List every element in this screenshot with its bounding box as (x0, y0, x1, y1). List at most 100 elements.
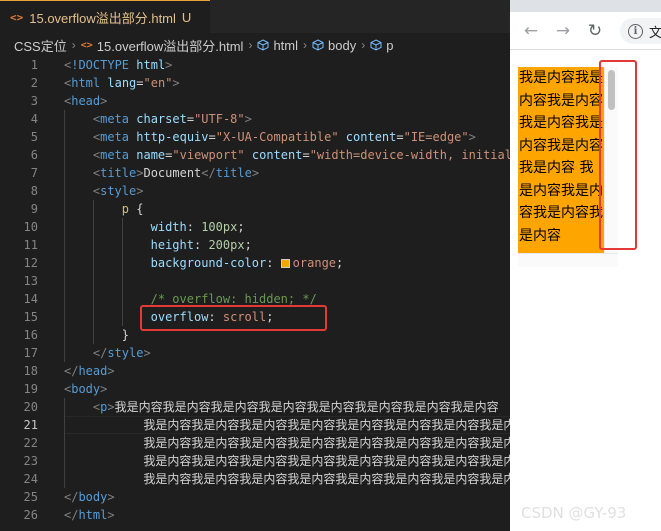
code-line[interactable]: 20 <p>我是内容我是内容我是内容我是内容我是内容我是内容我是内容我是内容 (0, 398, 510, 416)
code-token: = (208, 130, 216, 144)
code-line[interactable]: 11 height: 200px; (0, 236, 510, 254)
code-line[interactable]: 17 </style> (0, 344, 510, 362)
code-area[interactable]: 1 <!DOCTYPE html> 2 <html lang="en"> 3 <head>… (0, 56, 510, 524)
code-token: meta (100, 148, 130, 162)
breadcrumb-file[interactable]: 15.overflow溢出部分.html (97, 36, 244, 55)
color-swatch[interactable] (280, 259, 290, 268)
indent-guide (64, 164, 65, 182)
code-line[interactable]: 22 我是内容我是内容我是内容我是内容我是内容我是内容我是内容我是内容 (0, 434, 510, 452)
code-text: width: 100px; (151, 218, 245, 236)
indent-guide (92, 290, 94, 308)
code-line[interactable]: 13 (0, 272, 510, 290)
indent-guide (64, 218, 65, 236)
code-line[interactable]: 7 <title>Document</title> (0, 164, 510, 182)
code-text: <title>Document</title> (93, 164, 259, 182)
indent-guide (64, 146, 65, 164)
code-text: <meta name="viewport" content="width=dev… (93, 146, 510, 164)
code-line[interactable]: 4 <meta charset="UTF-8"> (0, 110, 510, 128)
code-token: style (100, 184, 137, 198)
code-token: height (150, 238, 194, 252)
indent-guide (64, 200, 65, 218)
code-line[interactable]: 19 <body> (0, 380, 510, 398)
breadcrumb: CSS定位 › <> 15.overflow溢出部分.html › html ›… (0, 33, 510, 57)
code-line[interactable]: 10 width: 100px; (0, 218, 510, 236)
code-token: "width=device-width, initial (309, 148, 510, 162)
code-line[interactable]: 3 <head> (0, 92, 510, 110)
code-token: "UTF-8" (194, 112, 245, 126)
info-icon[interactable]: i (628, 23, 643, 39)
breadcrumb-p[interactable]: p (386, 38, 393, 53)
element-cube-icon (257, 39, 269, 51)
code-token: : (186, 220, 202, 234)
code-token: > (107, 364, 115, 378)
address-bar[interactable]: i 文 (620, 18, 661, 44)
code-line[interactable]: 1 <!DOCTYPE html> (0, 56, 510, 74)
code-text: <meta charset="UTF-8"> (93, 110, 252, 128)
indent-guide (121, 308, 123, 326)
code-token: > (100, 382, 108, 396)
code-token: 我是内容我是内容我是内容我是内容我是内容我是内容我是内容我是内容 (143, 454, 510, 468)
code-line[interactable]: 25 </body> (0, 488, 510, 506)
code-token: 100px (201, 220, 238, 234)
forward-arrow-icon[interactable]: → (552, 20, 574, 42)
code-token: </ (64, 508, 79, 522)
breadcrumb-html[interactable]: html (273, 38, 298, 53)
code-token: name (136, 148, 166, 162)
line-number: 9 (30, 202, 38, 216)
code-token: html (71, 76, 101, 90)
indent-guide (64, 236, 65, 254)
breadcrumb-folder[interactable]: CSS定位 (14, 36, 67, 55)
line-number: 16 (23, 328, 38, 342)
indent-guide (64, 326, 65, 344)
code-text: height: 200px; (151, 236, 252, 254)
code-line[interactable]: 21 我是内容我是内容我是内容我是内容我是内容我是内容我是内容我是内容 (0, 416, 510, 434)
code-text: <p>我是内容我是内容我是内容我是内容我是内容我是内容我是内容我是内容 (93, 398, 499, 416)
code-token: /* overflow: hidden; */ (150, 292, 317, 306)
line-number: 23 (23, 454, 38, 468)
code-line[interactable]: 18 </head> (0, 362, 510, 380)
code-token: ; (336, 256, 344, 270)
code-token: ; (244, 238, 252, 252)
editor-tab[interactable]: <> 15.overflow溢出部分.html U (0, 0, 210, 33)
code-line[interactable]: 8 <style> (0, 182, 510, 200)
code-token: > (107, 508, 115, 522)
code-text: </html> (64, 506, 115, 524)
code-token: body (78, 490, 108, 504)
code-text: p { (122, 200, 144, 218)
code-token: lang (107, 76, 137, 90)
code-token: : (266, 256, 281, 270)
line-number: 20 (23, 400, 38, 414)
line-number: 12 (23, 256, 38, 270)
code-token: head (78, 364, 108, 378)
code-line[interactable]: 2 <html lang="en"> (0, 74, 510, 92)
code-token: meta (100, 112, 130, 126)
chevron-right-icon: › (248, 38, 253, 52)
breadcrumb-body[interactable]: body (328, 38, 356, 53)
code-text: <html lang="en"> (64, 74, 180, 92)
reload-icon[interactable]: ↻ (584, 20, 606, 42)
line-number: 24 (23, 472, 38, 486)
code-line[interactable]: 9 p { (0, 200, 510, 218)
horizontal-scrollbar-track[interactable] (518, 253, 618, 267)
code-line[interactable]: 12 background-color: orange; (0, 254, 510, 272)
indent-guide (92, 272, 94, 290)
code-line[interactable]: 26 </html> (0, 506, 510, 524)
code-line[interactable]: 6 <meta name="viewport" content="width=de… (0, 146, 510, 164)
line-number: 10 (23, 220, 38, 234)
code-line[interactable]: 24 我是内容我是内容我是内容我是内容我是内容我是内容我是内容我是内容< (0, 470, 510, 488)
code-token: title (100, 166, 137, 180)
code-token: html (78, 508, 108, 522)
code-token: </ (92, 346, 108, 360)
line-number: 1 (30, 58, 38, 72)
code-token: </ (64, 490, 79, 504)
code-token: p (121, 202, 129, 216)
code-line[interactable]: 23 我是内容我是内容我是内容我是内容我是内容我是内容我是内容我是内容 (0, 452, 510, 470)
code-token: Document (143, 166, 202, 180)
back-arrow-icon[interactable]: ← (520, 20, 542, 42)
code-token: charset (136, 112, 187, 126)
line-number: 26 (23, 508, 38, 522)
code-token: ; (237, 220, 245, 234)
code-line[interactable]: 5 <meta http-equiv="X-UA-Compatible" cont… (0, 128, 510, 146)
